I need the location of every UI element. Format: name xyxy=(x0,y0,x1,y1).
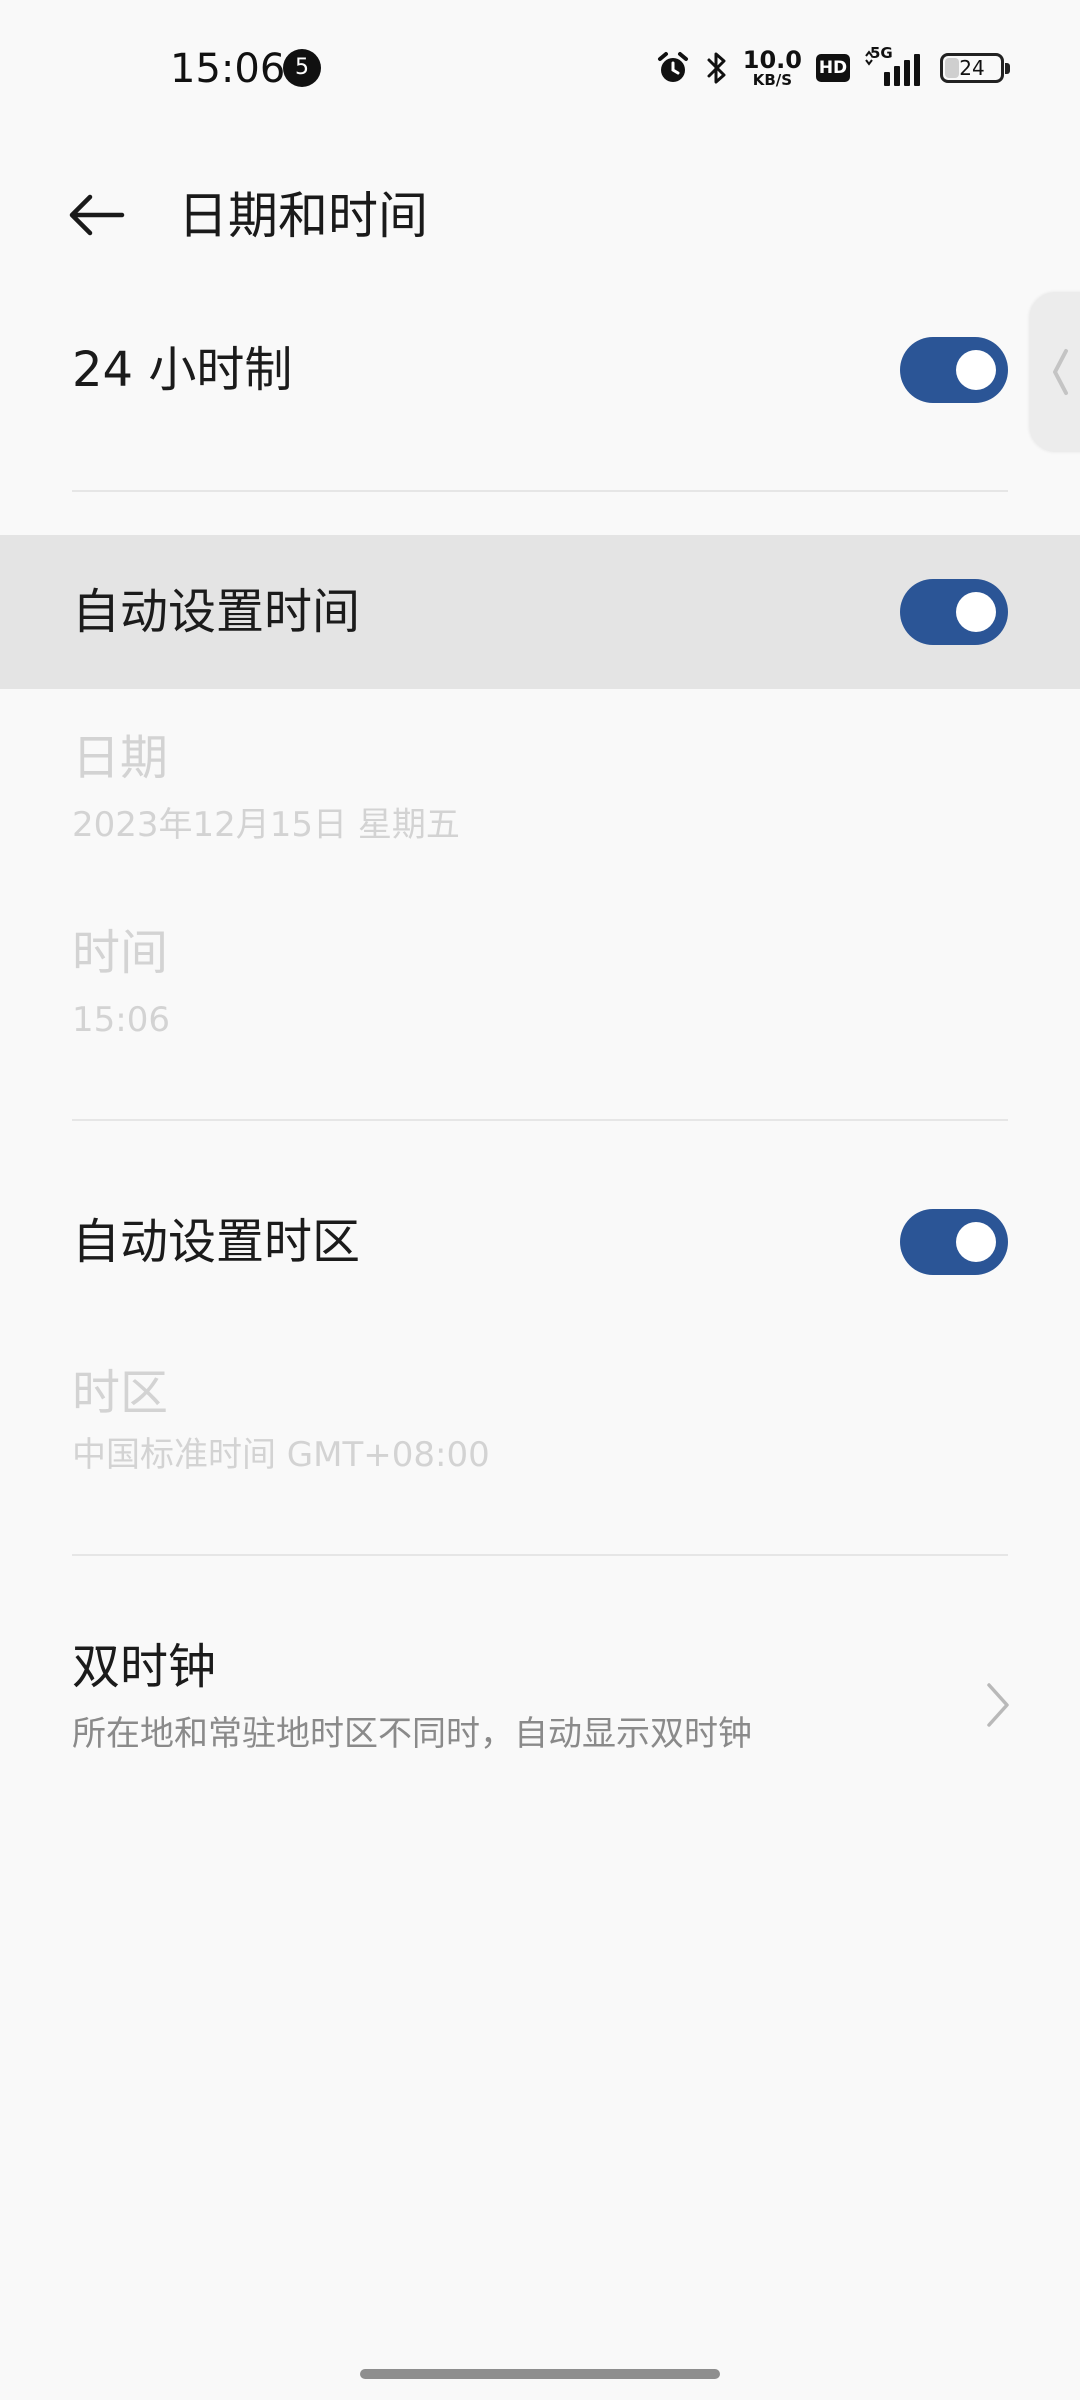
signal-bars-icon xyxy=(865,50,920,86)
signal-group: 5G xyxy=(864,44,926,88)
network-speed-value: 10.0 xyxy=(742,46,802,74)
toggle-auto-time[interactable] xyxy=(900,579,1008,645)
setting-auto-time-label: 自动设置时间 xyxy=(72,584,361,640)
divider xyxy=(72,1554,1008,1556)
back-button[interactable] xyxy=(56,180,136,250)
status-time: 15:06 xyxy=(170,46,286,92)
setting-dual-clock[interactable]: 双时钟 所在地和常驻地时区不同时，自动显示双时钟 xyxy=(0,1630,1080,1770)
divider xyxy=(72,1119,1008,1121)
chevron-right-icon xyxy=(987,1683,1009,1727)
divider xyxy=(72,490,1008,492)
setting-24-hour[interactable]: 24 小时制 xyxy=(0,310,1080,430)
hd-badge: HD xyxy=(816,54,850,82)
setting-auto-timezone[interactable]: 自动设置时区 xyxy=(0,1180,1080,1300)
setting-timezone-value: 中国标准时间 GMT+08:00 xyxy=(72,1435,490,1475)
setting-timezone-label: 时区 xyxy=(72,1365,169,1421)
toggle-knob xyxy=(956,350,996,390)
screen: 15:06 5 10.0 KB/S HD 5G 24 日期和时间 24 小时制 … xyxy=(0,0,1080,2400)
network-speed-unit: KB/S xyxy=(752,71,793,89)
setting-dual-clock-description: 所在地和常驻地时区不同时，自动显示双时钟 xyxy=(72,1714,752,1754)
app-bar: 日期和时间 xyxy=(0,160,1080,270)
toggle-24-hour[interactable] xyxy=(900,337,1008,403)
status-bar: 15:06 5 10.0 KB/S HD 5G 24 xyxy=(0,0,1080,135)
status-icons: 10.0 KB/S HD 5G 24 xyxy=(655,44,1010,90)
notification-badge: 5 xyxy=(283,49,321,87)
chevron-right-icon-wrap xyxy=(978,1675,1018,1735)
setting-date-value: 2023年12月15日 星期五 xyxy=(72,805,460,845)
home-indicator[interactable] xyxy=(360,2369,720,2379)
toggle-knob xyxy=(956,592,996,632)
toggle-auto-timezone[interactable] xyxy=(900,1209,1008,1275)
battery-fill xyxy=(945,58,959,78)
battery-icon: 24 xyxy=(940,53,1010,83)
setting-time-value: 15:06 xyxy=(72,1000,170,1040)
alarm-clock-icon xyxy=(657,52,688,82)
battery-level: 24 xyxy=(959,56,985,80)
network-speed: 10.0 KB/S xyxy=(743,48,802,88)
setting-24-hour-label: 24 小时制 xyxy=(72,342,293,398)
setting-date-label: 日期 xyxy=(72,730,169,786)
page-title: 日期和时间 xyxy=(178,187,428,245)
setting-timezone: 时区 中国标准时间 GMT+08:00 xyxy=(0,1360,1080,1500)
arrow-left-icon xyxy=(69,194,125,236)
setting-auto-time[interactable]: 自动设置时间 xyxy=(0,535,1080,689)
setting-time: 时间 15:06 xyxy=(0,920,1080,1060)
toggle-knob xyxy=(956,1222,996,1262)
setting-dual-clock-label: 双时钟 xyxy=(72,1639,217,1695)
bluetooth-icon xyxy=(707,52,726,84)
setting-auto-timezone-label: 自动设置时区 xyxy=(72,1214,361,1270)
setting-date: 日期 2023年12月15日 星期五 xyxy=(0,725,1080,865)
setting-time-label: 时间 xyxy=(72,925,169,981)
